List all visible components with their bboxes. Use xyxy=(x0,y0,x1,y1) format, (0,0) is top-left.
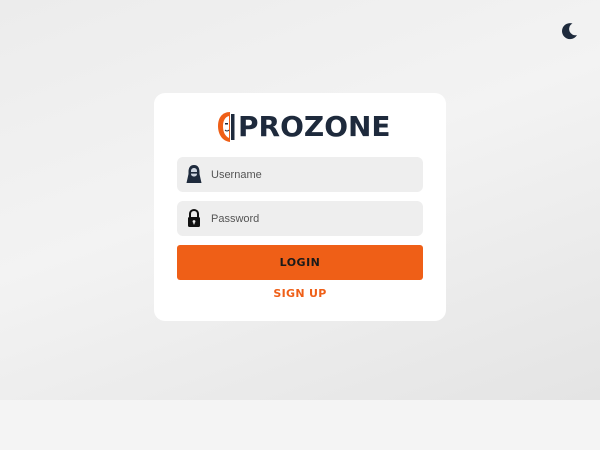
login-card: PROZONE LOGIN SIGN UP xyxy=(154,93,446,321)
lock-icon xyxy=(188,208,200,227)
brand-logo: PROZONE xyxy=(217,109,391,145)
theme-toggle-button[interactable] xyxy=(558,20,580,42)
page: PROZONE LOGIN SIGN UP xyxy=(0,0,600,450)
username-input[interactable] xyxy=(211,157,416,192)
brand-name: PROZONE xyxy=(238,110,391,143)
signup-link[interactable]: SIGN UP xyxy=(154,287,446,300)
username-field-container xyxy=(177,157,423,192)
password-input[interactable] xyxy=(211,201,416,236)
login-button[interactable]: LOGIN xyxy=(177,245,423,280)
password-field-container xyxy=(177,201,423,236)
moon-icon xyxy=(562,23,577,40)
hacker-avatar-icon xyxy=(186,165,202,183)
